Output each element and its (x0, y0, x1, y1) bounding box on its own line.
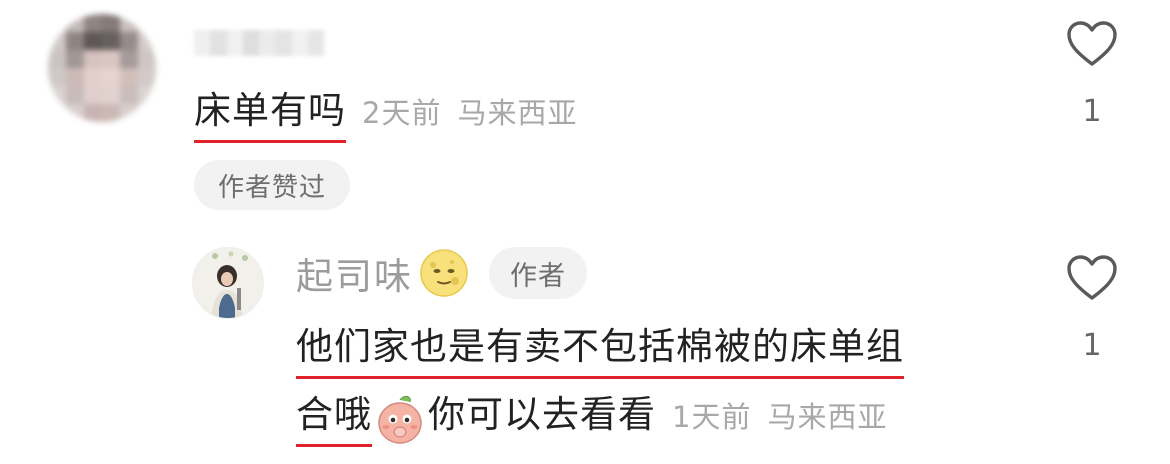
author-liked-badge: 作者赞过 (194, 160, 350, 210)
peach-thinking-emoji-icon (378, 395, 422, 444)
comment-time: 2天前 (362, 96, 442, 130)
reply-line-1: 他们家也是有卖不包括棉被的床单组 (296, 316, 904, 379)
reply-time: 1天前 (672, 400, 752, 434)
avatar-photo (193, 248, 263, 318)
comment-location: 马来西亚 (457, 96, 578, 130)
reply-header: 起司味 作者 (296, 246, 587, 300)
author-badge: 作者 (489, 247, 587, 299)
reply-avatar[interactable] (192, 247, 264, 319)
comment-text: 床单有吗 (194, 80, 346, 143)
reply-like[interactable]: 1 (1062, 254, 1122, 363)
comment-like[interactable]: 1 (1062, 20, 1122, 129)
reply-like-count: 1 (1082, 328, 1102, 363)
reply-username[interactable]: 起司味 (296, 246, 413, 300)
moon-face-emoji-icon (420, 249, 468, 297)
reply-text-end: 你可以去看看 (428, 393, 656, 436)
commenter-username[interactable] (194, 30, 324, 56)
heart-outline-icon[interactable] (1066, 20, 1118, 68)
commenter-avatar[interactable] (48, 14, 156, 122)
reply-meta: 1天前 马来西亚 (672, 394, 887, 436)
reply-line-2: 合哦 你可以去看看 1天前 马来西亚 (296, 384, 887, 447)
reply-location: 马来西亚 (767, 400, 888, 434)
reply-text-line1: 他们家也是有卖不包括棉被的床单组 (296, 316, 904, 379)
heart-outline-icon[interactable] (1066, 254, 1118, 302)
reply-text-start: 合哦 (296, 384, 372, 447)
comment-like-count: 1 (1082, 94, 1102, 129)
comment-meta: 2天前 马来西亚 (362, 90, 577, 132)
comment-body: 床单有吗 2天前 马来西亚 (194, 80, 577, 143)
